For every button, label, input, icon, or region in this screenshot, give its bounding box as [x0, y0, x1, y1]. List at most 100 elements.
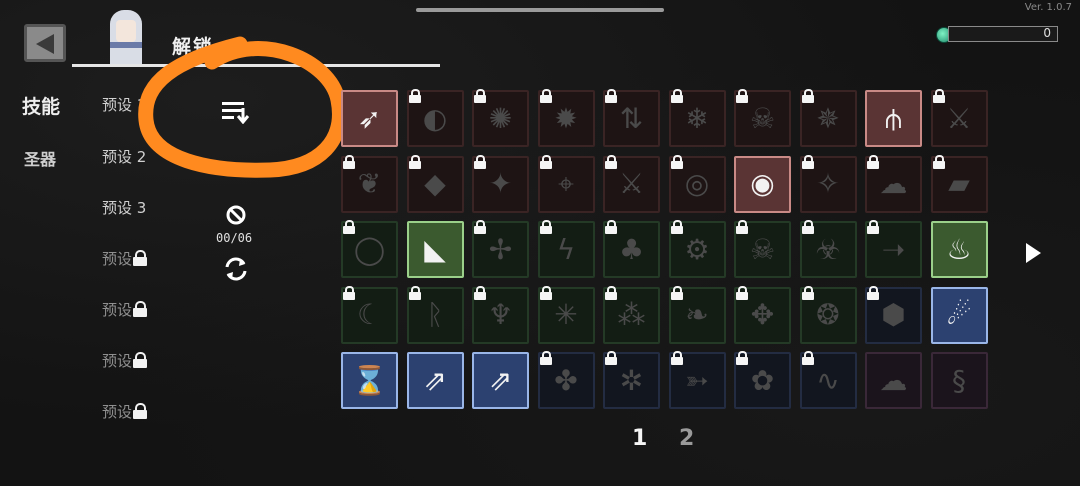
skill-tile[interactable]: ✥: [734, 285, 791, 344]
gear-icon: ⚙: [684, 232, 710, 266]
target-icon: ⌖: [558, 167, 574, 200]
skill-tile[interactable]: ⇗: [406, 352, 464, 409]
preset-item-6[interactable]: 预设: [102, 350, 148, 371]
skill-tile[interactable]: ⌖: [537, 154, 595, 213]
prohibit-icon[interactable]: [226, 205, 246, 225]
skill-tile[interactable]: ☁: [865, 154, 922, 213]
skill-tile[interactable]: ✲: [603, 351, 660, 409]
lock-icon: [342, 154, 356, 169]
lock-icon: [408, 89, 422, 103]
preset-item-3[interactable]: 预设 3: [102, 197, 146, 218]
skill-tile[interactable]: ✤: [537, 351, 595, 409]
lock-icon: [866, 220, 880, 234]
skill-tile[interactable]: ✺: [472, 89, 529, 147]
lock-icon: [604, 351, 618, 365]
lock-icon: [539, 351, 553, 365]
skill-tile[interactable]: ⚔: [603, 154, 660, 213]
skill-tile[interactable]: ◆: [406, 154, 464, 213]
skill-tile[interactable]: ⫛: [865, 90, 922, 147]
skill-tile[interactable]: ➳: [668, 351, 726, 409]
hexagon-icon: ⬢: [881, 298, 906, 331]
preset-item-1[interactable]: 预设 1: [102, 94, 146, 115]
skill-tile[interactable]: ✦: [472, 154, 529, 213]
preset-item-5[interactable]: 预设: [102, 299, 148, 320]
skull-cloud-icon: ☠: [749, 232, 776, 266]
currency-value: 0: [1043, 26, 1051, 40]
skill-tile[interactable]: ☠: [734, 220, 791, 278]
skill-tile[interactable]: §: [930, 352, 988, 409]
page-number-1[interactable]: 1: [632, 426, 647, 451]
biohazard-icon: ☣: [815, 232, 841, 266]
lock-icon: [866, 285, 880, 300]
preset-item-7[interactable]: 预设: [102, 401, 148, 422]
claw-icon: ⚔: [946, 101, 972, 135]
skill-tile[interactable]: ✿: [734, 351, 791, 409]
skill-tile[interactable]: ◉: [734, 155, 791, 213]
skill-tile[interactable]: ☾: [341, 285, 398, 344]
lock-icon: [604, 154, 618, 169]
next-page-arrow-icon[interactable]: [1026, 243, 1041, 263]
skill-tile[interactable]: ✵: [799, 89, 857, 147]
skill-tile[interactable]: ♆: [472, 285, 529, 344]
skill-tile[interactable]: ☄: [930, 286, 988, 344]
page-number-2[interactable]: 2: [679, 426, 694, 451]
skill-tile[interactable]: ◎: [668, 154, 726, 213]
skill-tile[interactable]: ❧: [668, 285, 726, 344]
lock-icon: [473, 220, 487, 234]
skill-tile[interactable]: ᚱ: [406, 285, 464, 344]
skill-tile[interactable]: ∿: [799, 351, 857, 409]
skill-tile[interactable]: ✧: [799, 154, 857, 213]
burst-icon: ✹: [554, 101, 578, 135]
skill-tile[interactable]: ❂: [799, 285, 857, 344]
skill-tile[interactable]: ✹: [537, 89, 595, 147]
skill-tile[interactable]: ▰: [930, 154, 988, 213]
lock-icon: [342, 220, 356, 234]
page-title: 解锁: [172, 36, 215, 58]
skill-tile[interactable]: ⇗: [472, 352, 529, 409]
hourglass-icon: ⌛: [352, 363, 387, 397]
skill-tile[interactable]: ✢: [472, 220, 529, 278]
skill-tile[interactable]: ☠: [734, 89, 791, 147]
preset-item-2[interactable]: 预设 2: [102, 146, 146, 167]
sparkle-icon: ✳: [554, 298, 578, 331]
wheel-icon: ❂: [816, 298, 840, 331]
skill-tile[interactable]: ♣: [603, 220, 660, 278]
category-tab-skills[interactable]: 技能: [22, 92, 60, 119]
slash-icon: ➶: [357, 101, 382, 135]
skill-tile[interactable]: ⁂: [603, 285, 660, 344]
skill-tile[interactable]: ◐: [406, 89, 464, 147]
preset-label: 预设: [102, 352, 133, 370]
skill-tile[interactable]: ⬢: [865, 285, 922, 344]
lock-icon: [408, 285, 422, 300]
back-button[interactable]: [24, 24, 66, 62]
skill-tile[interactable]: ✳: [537, 285, 595, 344]
skill-tile[interactable]: ❄: [668, 89, 726, 147]
skill-tile[interactable]: ♨: [930, 221, 988, 278]
lock-icon: [133, 250, 148, 266]
refresh-icon[interactable]: [222, 255, 250, 283]
category-tab-relics[interactable]: 圣器: [24, 146, 56, 170]
skill-tile[interactable]: ⚙: [668, 220, 726, 278]
lock-icon: [801, 154, 815, 169]
system-home-indicator[interactable]: [416, 8, 664, 12]
skill-tile[interactable]: ◣: [406, 221, 464, 278]
sort-list-icon[interactable]: [222, 100, 250, 124]
skill-tile[interactable]: ☣: [799, 220, 857, 278]
skill-tile[interactable]: ❦: [341, 154, 398, 213]
skill-tile[interactable]: ϟ: [537, 220, 595, 278]
skill-tile[interactable]: ⌛: [341, 352, 398, 409]
lock-icon: [670, 285, 684, 300]
lock-icon: [408, 154, 422, 169]
skill-tile[interactable]: ➝: [865, 220, 922, 278]
skill-tile[interactable]: ☁: [865, 352, 922, 409]
skill-tile[interactable]: ➶: [341, 90, 398, 147]
skill-tile[interactable]: ⚔: [930, 89, 988, 147]
skill-tile[interactable]: ◯: [341, 220, 398, 278]
spike-icon: ◣: [424, 232, 446, 266]
skill-tile[interactable]: ⇅: [603, 89, 660, 147]
preset-item-4[interactable]: 预设: [102, 248, 148, 269]
lightning-icon: ϟ: [556, 232, 576, 266]
cloud-icon: ☁: [879, 167, 908, 200]
preset-label: 预设: [102, 301, 133, 319]
arrows-icon: ⇅: [619, 101, 644, 135]
